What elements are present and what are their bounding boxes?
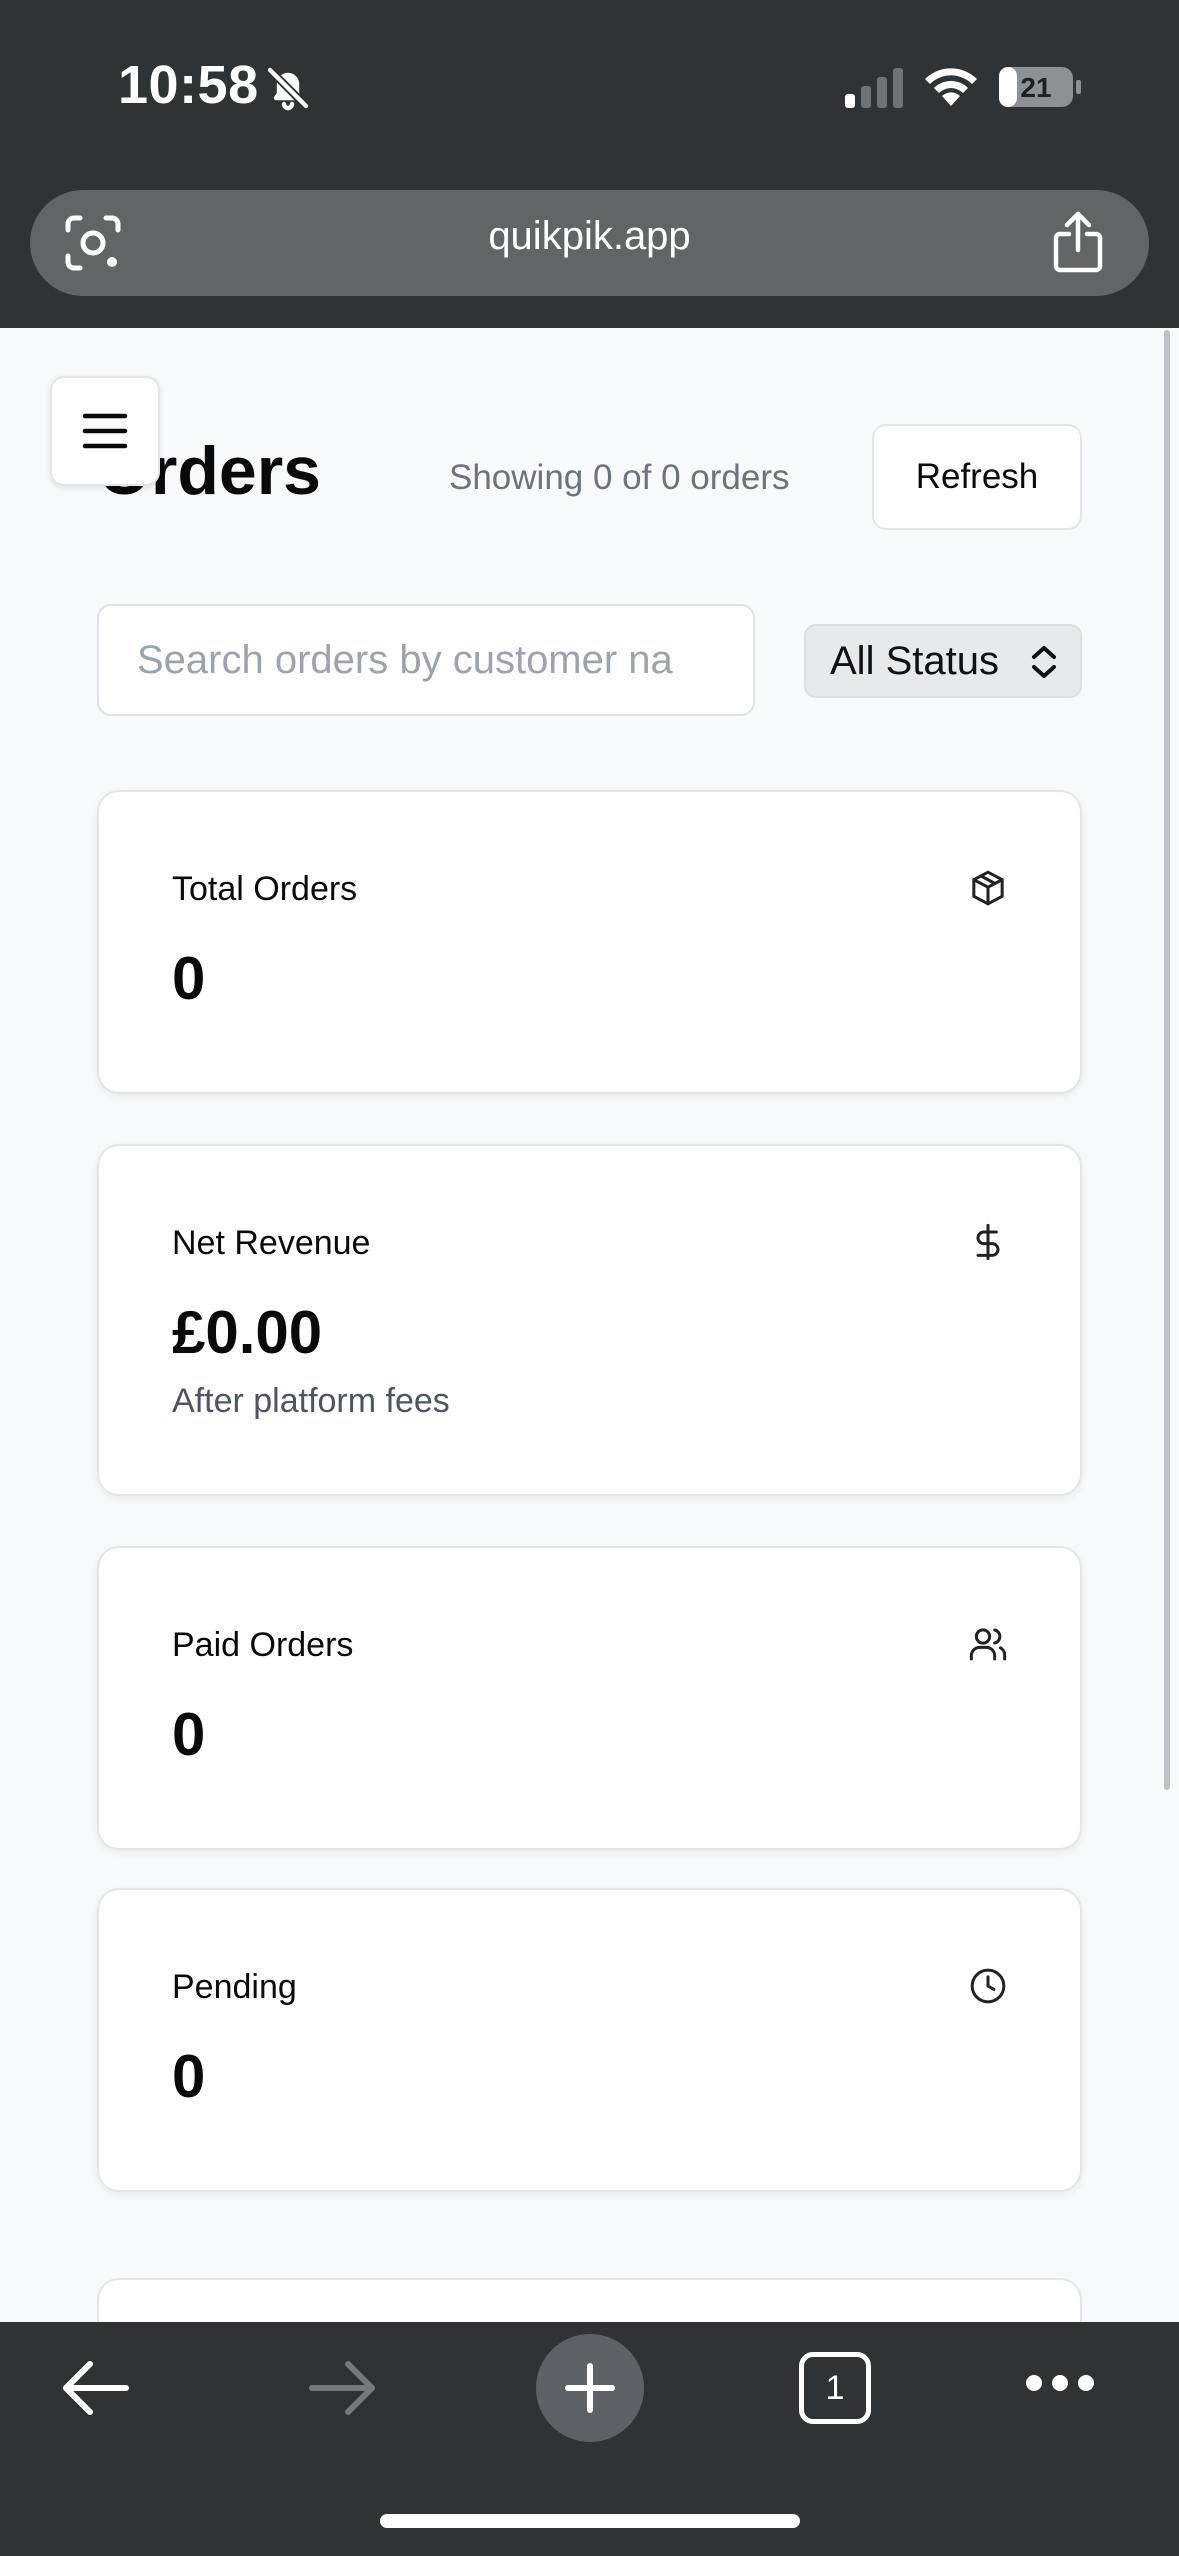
net-revenue-value: £0.00 — [172, 1299, 323, 1366]
refresh-button[interactable]: Refresh — [872, 424, 1082, 530]
url-text[interactable]: quikpik.app — [0, 214, 1179, 259]
hamburger-menu-icon — [82, 413, 128, 449]
status-bar: 10:58 21 — [0, 0, 1179, 180]
pending-value: 0 — [172, 2043, 206, 2110]
pending-label: Pending — [172, 1968, 297, 2006]
status-filter-select[interactable]: All Status — [804, 624, 1082, 698]
chevron-up-down-icon — [1032, 646, 1056, 678]
status-filter-value: All Status — [830, 638, 999, 683]
net-revenue-label: Net Revenue — [172, 1224, 371, 1262]
paid-orders-card: Paid Orders 0 — [97, 1546, 1082, 1850]
search-input[interactable] — [97, 604, 755, 716]
net-revenue-subtext: After platform fees — [172, 1382, 450, 1420]
users-icon — [969, 1628, 1007, 1661]
new-tab-button[interactable] — [536, 2334, 644, 2442]
battery-icon: 21 — [999, 67, 1081, 107]
battery-level: 21 — [1020, 72, 1051, 103]
menu-button[interactable] — [50, 376, 160, 486]
back-arrow-icon[interactable] — [58, 2358, 132, 2418]
wifi-icon — [925, 68, 977, 106]
total-orders-value: 0 — [172, 945, 206, 1012]
status-time: 10:58 — [118, 55, 259, 115]
paid-orders-label: Paid Orders — [172, 1626, 354, 1664]
package-icon — [972, 870, 1004, 906]
tab-count: 1 — [825, 2368, 845, 2407]
plus-icon — [565, 2363, 615, 2413]
net-revenue-card: Net Revenue £0.00 After platform fees — [97, 1144, 1082, 1496]
dollar-icon — [976, 1223, 1000, 1261]
clock-icon — [970, 1968, 1006, 2004]
scrollbar[interactable] — [1164, 330, 1170, 1790]
more-icon[interactable] — [1024, 2372, 1096, 2394]
orders-count-text: Showing 0 of 0 orders — [449, 458, 790, 497]
share-icon[interactable] — [1050, 210, 1106, 274]
bell-slash-icon — [266, 66, 310, 111]
tabs-button[interactable]: 1 — [799, 2352, 871, 2424]
forward-arrow-icon[interactable] — [306, 2358, 380, 2418]
total-orders-label: Total Orders — [172, 870, 358, 908]
paid-orders-value: 0 — [172, 1701, 206, 1768]
pending-card: Pending 0 — [97, 1888, 1082, 2192]
total-orders-card: Total Orders 0 — [97, 790, 1082, 1094]
signal-icon — [845, 68, 903, 108]
home-indicator — [380, 2514, 800, 2528]
